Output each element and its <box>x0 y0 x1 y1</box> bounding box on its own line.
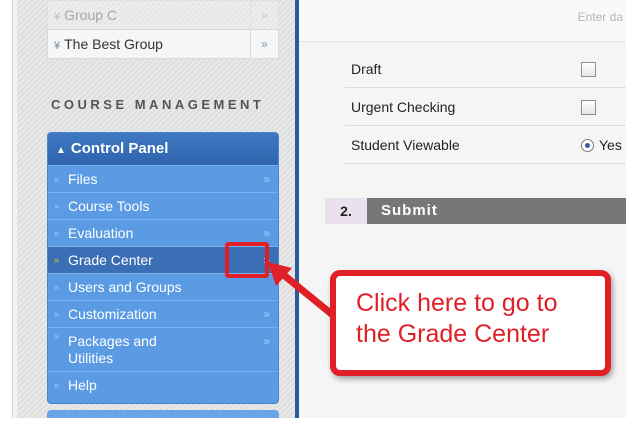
option-label: Student Viewable <box>351 137 460 153</box>
next-panel-header[interactable] <box>47 410 279 418</box>
cp-item-course-tools[interactable]: » Course Tools <box>48 192 278 219</box>
bullet-icon: » <box>54 201 60 211</box>
sidebar: ¥ Group C » ¥ The Best Group » COURSE MANA… <box>17 0 295 418</box>
course-management-heading: COURSE MANAGEMENT <box>51 97 265 112</box>
option-row-urgent-checking: Urgent Checking <box>345 89 626 126</box>
submit-section-bar: 2. Submit <box>325 198 626 224</box>
submit-heading: Submit <box>381 202 438 219</box>
student-viewable-yes-radio[interactable] <box>581 139 594 152</box>
cp-item-files[interactable]: » Files » <box>48 165 278 192</box>
expand-arrow-icon[interactable]: » <box>250 30 278 58</box>
bullet-icon: » <box>54 174 60 184</box>
bullet-icon: » <box>54 282 60 292</box>
bullet-icon: » <box>54 331 60 341</box>
bullet-icon: » <box>54 380 60 390</box>
control-panel-header[interactable]: ▲ Control Panel <box>48 133 278 165</box>
chevron-down-icon: ¥ <box>54 40 61 52</box>
option-row-draft: Draft <box>345 51 626 88</box>
bullet-icon: » <box>54 255 60 265</box>
cp-item-packages-and-utilities[interactable]: » Packages and Utilities » <box>48 327 278 371</box>
cp-item-help[interactable]: » Help <box>48 371 278 398</box>
group-row-the-best-group[interactable]: ¥ The Best Group » <box>47 29 279 59</box>
chevron-up-icon: ▲ <box>56 145 66 156</box>
callout-text: Click here to go to the Grade Center <box>356 289 558 348</box>
group-label: ¥ Group C <box>54 7 118 23</box>
step-number: 2. <box>325 198 367 224</box>
expand-arrow-icon[interactable]: » <box>263 328 270 355</box>
option-row-student-viewable: Student Viewable Yes <box>345 127 626 164</box>
draft-checkbox[interactable] <box>581 62 596 77</box>
group-label: ¥ The Best Group <box>54 36 163 52</box>
expand-arrow-icon[interactable]: » <box>263 166 270 193</box>
option-label: Draft <box>351 61 382 77</box>
date-input-hint[interactable]: Enter da <box>578 10 623 24</box>
chevron-down-icon: ¥ <box>54 11 61 23</box>
expand-arrow-icon[interactable]: » <box>250 1 278 29</box>
group-row-c[interactable]: ¥ Group C » <box>47 0 279 30</box>
cp-item-customization[interactable]: » Customization » <box>48 300 278 327</box>
radio-label: Yes <box>599 137 622 153</box>
callout-box: Click here to go to the Grade Center <box>330 270 611 376</box>
bullet-icon: » <box>54 228 60 238</box>
option-label: Urgent Checking <box>351 99 456 115</box>
date-row: Enter da <box>299 0 626 42</box>
urgent-checking-checkbox[interactable] <box>581 100 596 115</box>
bullet-icon: » <box>54 309 60 319</box>
